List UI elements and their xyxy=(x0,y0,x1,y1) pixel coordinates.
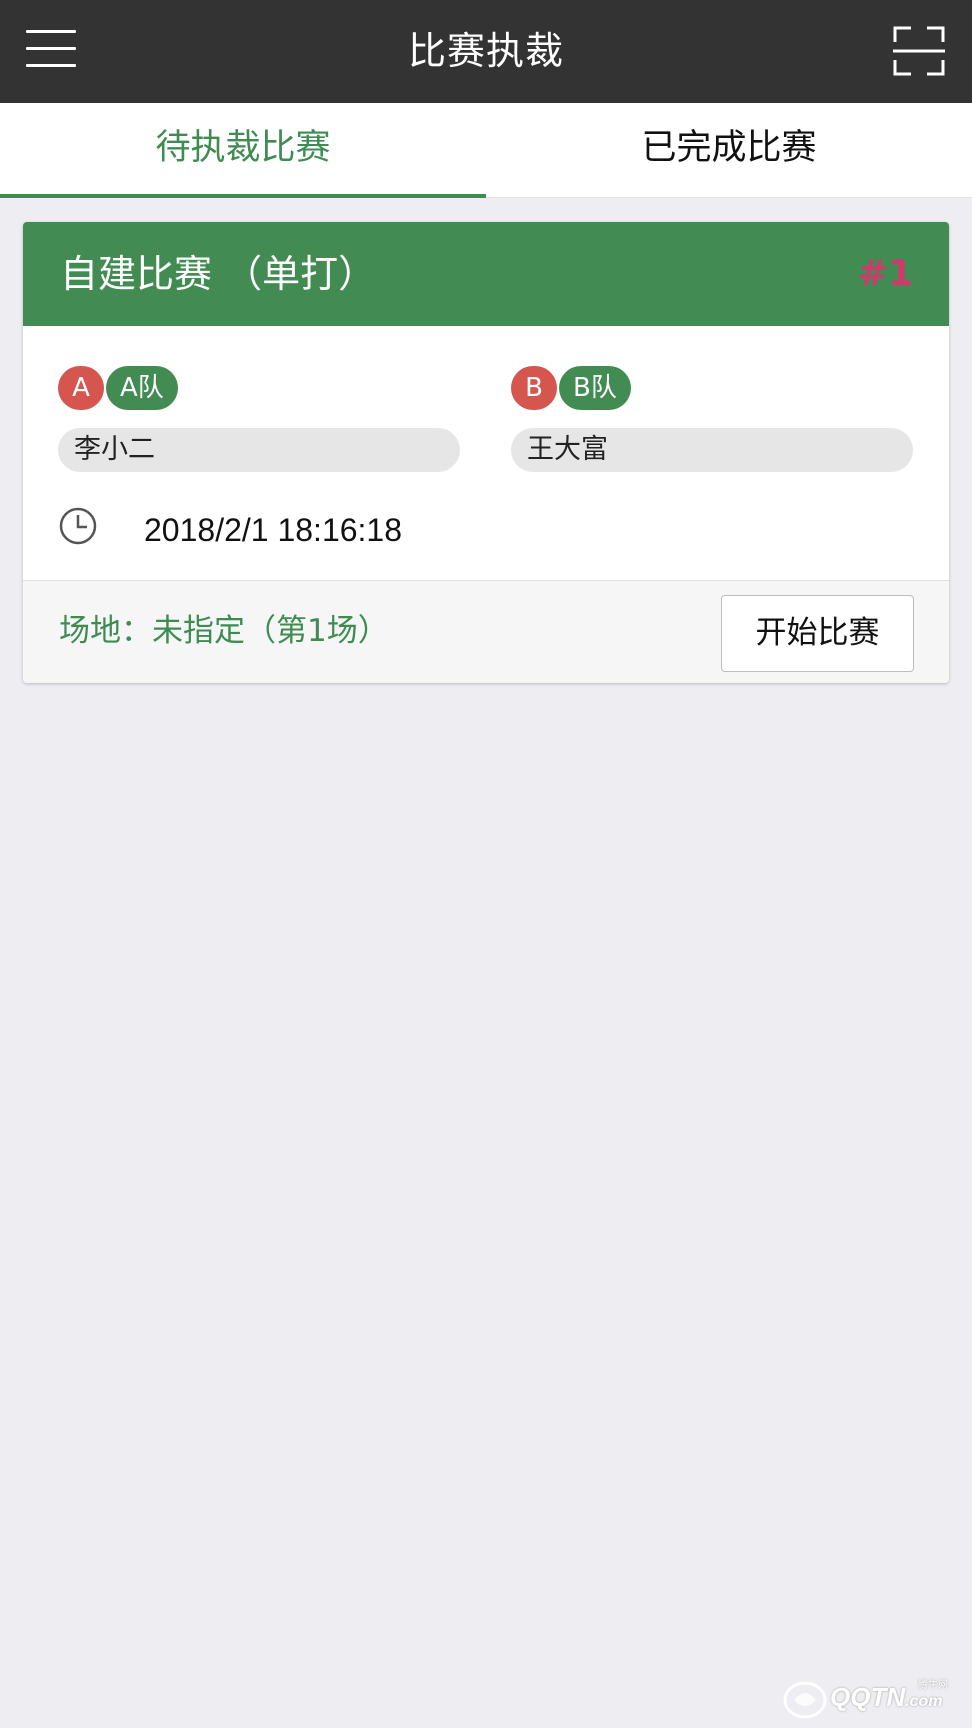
team-b-badge: B xyxy=(511,366,557,410)
match-number: #1 xyxy=(857,253,913,294)
watermark-small-text: 腾牛网 xyxy=(918,1680,948,1691)
page-title: 比赛执裁 xyxy=(407,29,564,73)
tab-bar: 待执裁比赛 已完成比赛 xyxy=(0,103,972,198)
venue-info: 场地：未指定（第1场） xyxy=(59,613,389,649)
match-card[interactable]: 自建比赛 （单打） #1 A A队 B B队 李小二 王大富 2018/2/1 … xyxy=(23,222,949,683)
team-b-player: 王大富 xyxy=(511,428,913,472)
team-a-player: 李小二 xyxy=(58,428,460,472)
top-bar: 比赛执裁 xyxy=(0,0,972,103)
match-card-header: 自建比赛 （单打） #1 xyxy=(23,222,949,326)
team-a-name: A队 xyxy=(106,366,178,410)
clock-icon xyxy=(58,506,98,546)
watermark-logo-icon xyxy=(782,1678,828,1720)
start-match-button[interactable]: 开始比赛 xyxy=(721,595,914,672)
match-title: 自建比赛 （单打） xyxy=(60,252,377,296)
tab-completed-matches[interactable]: 已完成比赛 xyxy=(486,103,972,198)
scan-frame-icon[interactable] xyxy=(893,26,945,76)
match-time: 2018/2/1 18:16:18 xyxy=(144,512,403,548)
team-b-name: B队 xyxy=(559,366,631,410)
tab-pending-matches[interactable]: 待执裁比赛 xyxy=(0,103,486,198)
match-card-footer: 场地：未指定（第1场） 开始比赛 xyxy=(23,580,949,683)
team-a-badge: A xyxy=(58,366,104,410)
watermark: QQTN.com 腾牛网 xyxy=(782,1676,966,1722)
